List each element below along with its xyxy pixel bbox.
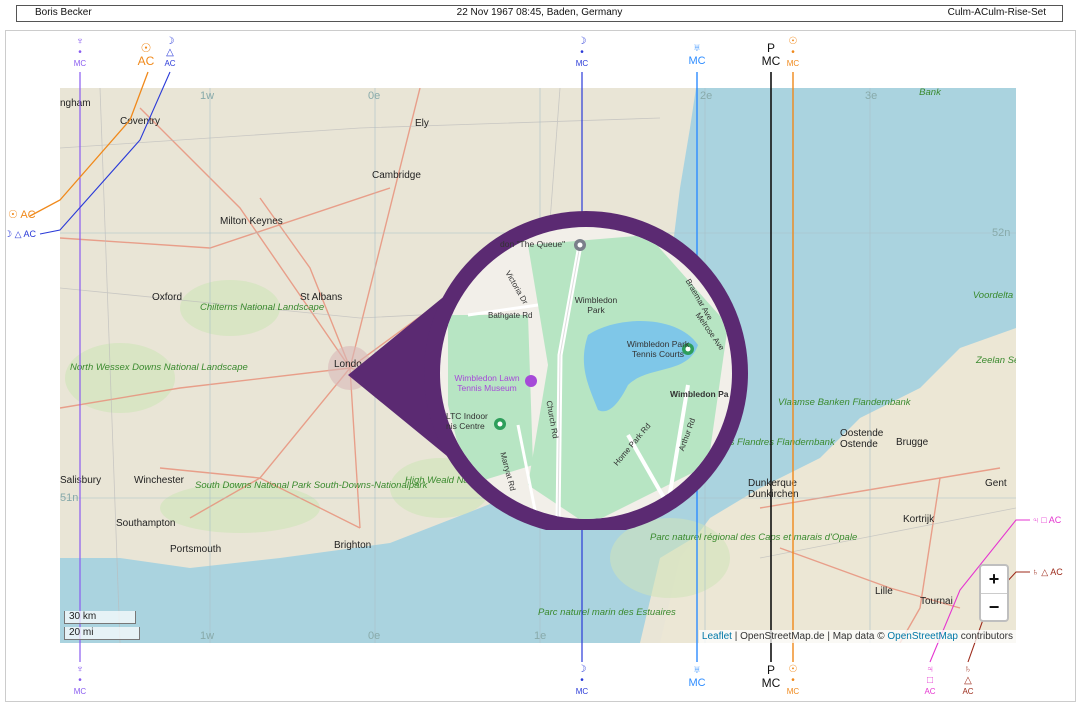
osm-link[interactable]: OpenStreetMap — [887, 631, 958, 642]
saturn-ac-bottom-marker: ♄ △ AC — [960, 664, 976, 697]
zoom-in-button[interactable]: + — [981, 566, 1007, 594]
moon-icon: ☽ — [577, 664, 587, 675]
marker-tag: MC — [688, 677, 706, 689]
jupiter-ac-bottom-marker: ♃ □ AC — [922, 664, 938, 697]
neptune-icon: ♆ — [76, 36, 84, 47]
marker-tag: MC — [73, 687, 87, 696]
poi-label: Wimbledon Lawn Tennis Museum — [454, 373, 520, 393]
poi-label: LTC Indoor nis Centre — [446, 411, 488, 431]
marker-sub: △ — [166, 47, 174, 58]
moon-icon: ☽ △ — [4, 229, 22, 239]
poi-label: don "The Queue" — [500, 239, 566, 249]
magnifier-shape — [348, 211, 748, 530]
marker-tag: MC — [761, 676, 781, 690]
marker-sub: • — [791, 47, 795, 58]
uranus-mc-top-marker: ♅ MC — [686, 42, 708, 68]
marker-tag: AC — [1050, 567, 1063, 577]
attribution-text: | OpenStreetMap.de | Map data © — [731, 631, 888, 642]
neptune-mc-top-marker: ♆ • MC — [72, 36, 88, 69]
poi-label: Wimbledon Park — [574, 295, 618, 315]
marker-tag: MC — [786, 687, 800, 696]
attribution-text: contributors — [957, 631, 1013, 642]
marker-sub: △ — [964, 675, 972, 686]
road-label: Bathgate Rd — [488, 311, 533, 320]
marker-sub: • — [78, 675, 82, 686]
uranus-icon: ♅ — [692, 42, 702, 54]
marker-sub: □ — [926, 675, 934, 686]
marker-tag: MC — [761, 54, 781, 68]
saturn-icon: ♄ — [964, 664, 972, 675]
uranus-icon: ♅ — [692, 664, 702, 676]
marker-sub: • — [580, 675, 584, 686]
jupiter-icon: ♃ — [926, 664, 934, 675]
neptune-icon: ♆ — [76, 664, 84, 675]
uranus-mc-bottom-marker: ♅ MC — [686, 664, 708, 690]
sun-icon: ☉ — [788, 664, 798, 675]
marker-tag: AC — [137, 54, 155, 68]
zoom-control: + − — [979, 564, 1009, 622]
marker-tag: AC — [924, 687, 936, 696]
marker-tag: MC — [575, 59, 589, 68]
poi-label: Wimbledon Pa — [670, 389, 729, 399]
sun-ac-line[interactable] — [29, 71, 149, 217]
marker-tag: MC — [786, 59, 800, 68]
leaflet-link[interactable]: Leaflet — [702, 631, 732, 642]
marker-tag: AC — [962, 687, 974, 696]
marker-sub: • — [791, 675, 795, 686]
pluto-mc-bottom-marker: P MC — [760, 664, 782, 690]
moon-ac-top-marker: ☽ △ AC — [162, 36, 178, 69]
saturn-icon: ♄ △ — [1032, 567, 1049, 577]
moon-mc-bottom-marker: ☽ • MC — [574, 664, 590, 697]
jupiter-ac-right-marker: ♃ □ AC — [1032, 515, 1061, 526]
sun-icon: ☉ — [8, 209, 18, 221]
marker-tag: AC — [20, 209, 36, 221]
marker-tag: AC — [1048, 515, 1062, 525]
sun-mc-top-marker: ☉ • MC — [785, 36, 801, 69]
saturn-ac-right-marker: ♄ △ AC — [1032, 567, 1063, 578]
map-attribution: Leaflet | OpenStreetMap.de | Map data © … — [698, 630, 1016, 643]
marker-tag: MC — [575, 687, 589, 696]
jupiter-icon: ♃ □ — [1032, 515, 1047, 525]
scale-bar-km: 30 km — [64, 611, 136, 624]
pluto-mc-top-marker: P MC — [760, 42, 782, 68]
sun-ac-left-marker: ☉ AC — [8, 210, 36, 221]
marker-tag: AC — [164, 59, 176, 68]
neptune-mc-bottom-marker: ♆ • MC — [72, 664, 88, 697]
scale-bar-mi: 20 mi — [64, 627, 140, 640]
poi-label: Wimbledon Park Tennis Courts — [626, 339, 690, 359]
moon-icon: ☽ — [577, 36, 587, 47]
marker-tag: AC — [23, 229, 37, 239]
marker-sub: • — [78, 47, 82, 58]
marker-sub: • — [580, 47, 584, 58]
moon-ac-line[interactable] — [39, 71, 171, 235]
moon-ac-left-marker: ☽ △ AC — [4, 229, 36, 240]
zoom-out-button[interactable]: − — [981, 594, 1007, 621]
moon-icon: ☽ — [165, 36, 175, 47]
sun-ac-top-marker: ☉ AC — [136, 42, 156, 68]
marker-tag: MC — [688, 55, 706, 67]
sun-icon: ☉ — [788, 36, 798, 47]
marker-tag: MC — [73, 59, 87, 68]
moon-mc-top-marker: ☽ • MC — [574, 36, 590, 69]
sun-mc-bottom-marker: ☉ • MC — [785, 664, 801, 697]
